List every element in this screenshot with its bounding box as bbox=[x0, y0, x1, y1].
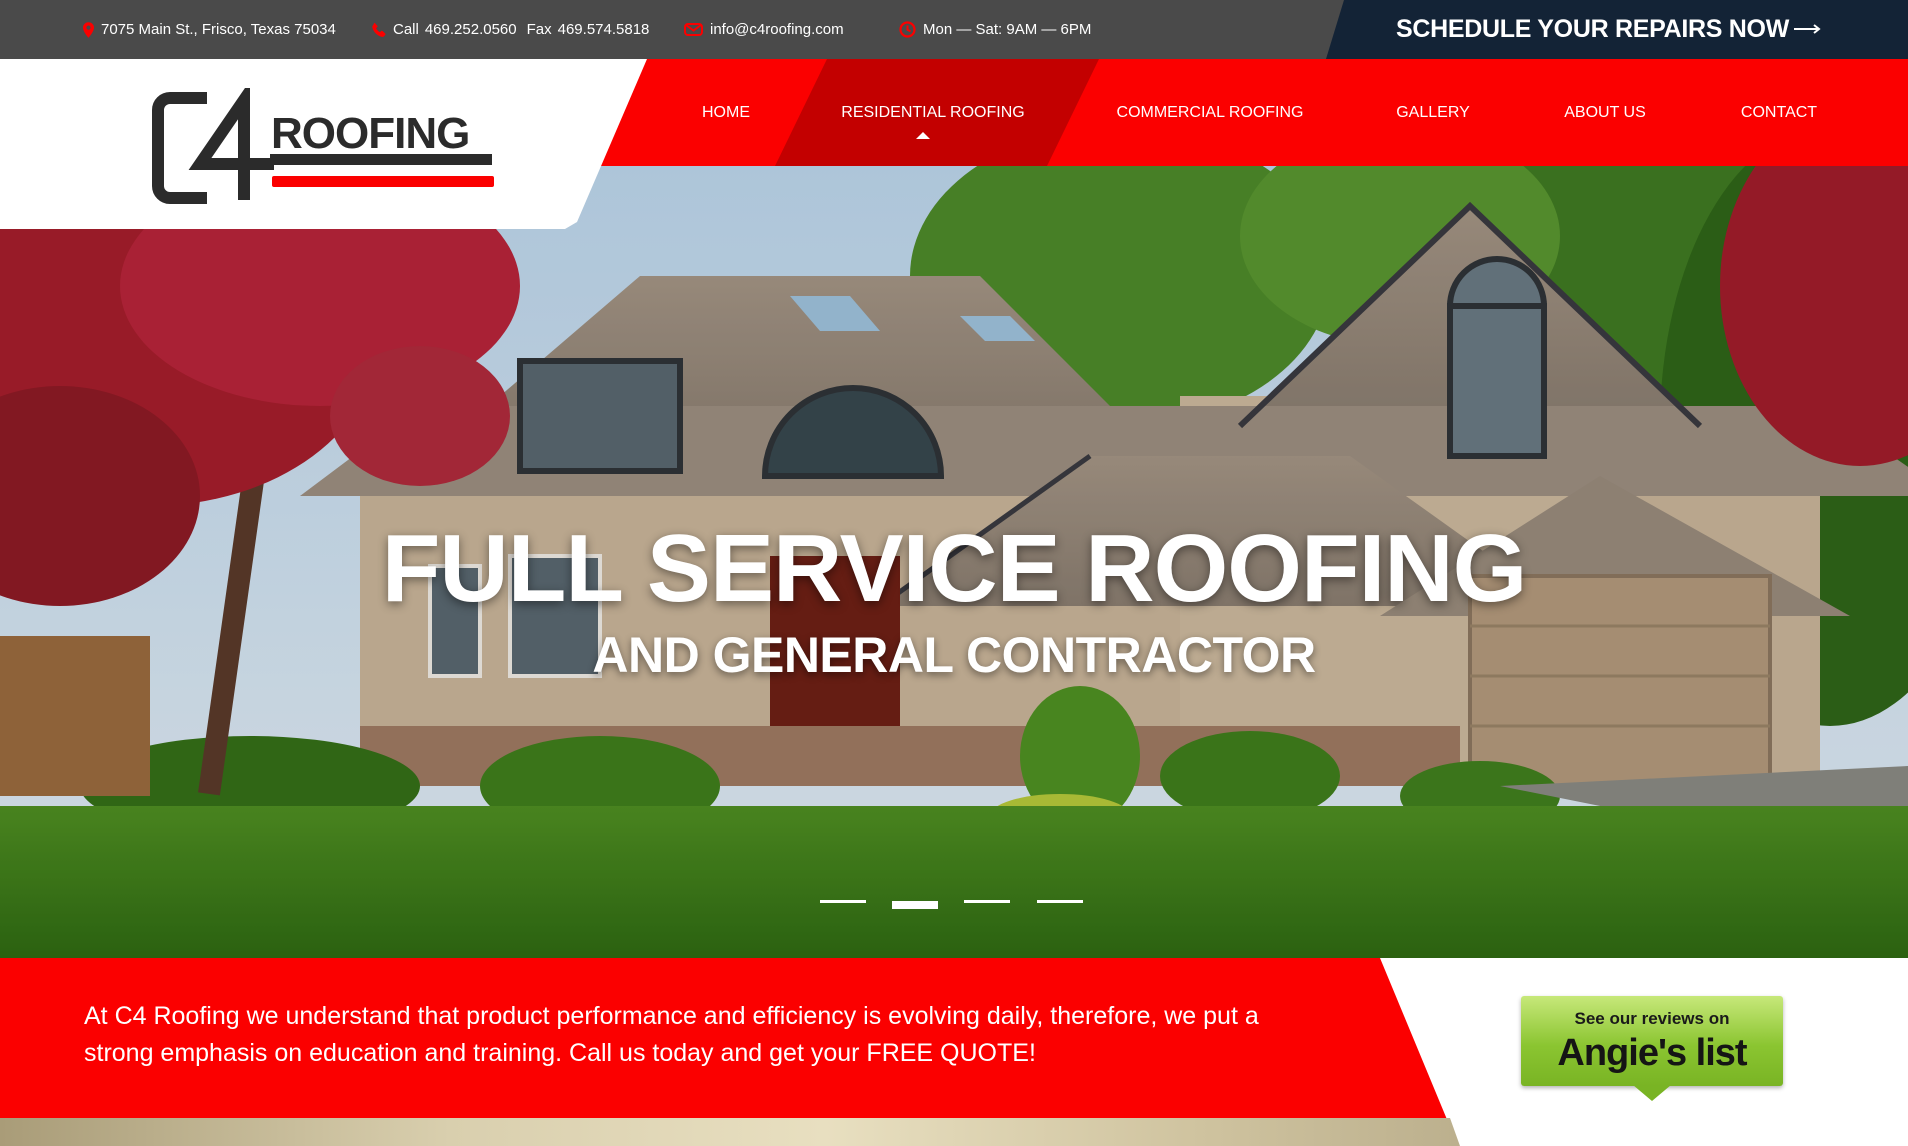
nav-item-residential-roofing[interactable]: RESIDENTIAL ROOFING bbox=[828, 59, 1038, 166]
hero-slider: FULL SERVICE ROOFING AND GENERAL CONTRAC… bbox=[0, 166, 1908, 958]
email-link[interactable]: info@c4roofing.com bbox=[710, 21, 844, 38]
address-info: 7075 Main St., Frisco, Texas 75034 bbox=[83, 0, 336, 59]
slider-dot[interactable] bbox=[820, 900, 866, 903]
badge-line2: Angie's list bbox=[1557, 1032, 1747, 1074]
address-text: 7075 Main St., Frisco, Texas 75034 bbox=[101, 21, 336, 38]
hero-subtitle: AND GENERAL CONTRACTOR bbox=[592, 627, 1316, 683]
lower-section-strip bbox=[0, 1118, 1460, 1146]
slider-dot[interactable] bbox=[1037, 900, 1083, 903]
nav-item-commercial-roofing[interactable]: COMMERCIAL ROOFING bbox=[1105, 59, 1315, 166]
email-info[interactable]: info@c4roofing.com bbox=[684, 0, 844, 59]
hero-title: FULL SERVICE ROOFING bbox=[381, 515, 1528, 622]
hours-text: Mon — Sat: 9AM — 6PM bbox=[923, 21, 1092, 38]
caret-up-icon bbox=[916, 132, 930, 139]
call-label: Call bbox=[393, 21, 419, 38]
fax-label: Fax bbox=[526, 21, 552, 38]
hours-info: Mon — Sat: 9AM — 6PM bbox=[899, 0, 1091, 59]
slider-dot[interactable] bbox=[964, 900, 1010, 903]
schedule-cta-label[interactable]: SCHEDULE YOUR REPAIRS NOW bbox=[1396, 0, 1789, 59]
intro-text: At C4 Roofing we understand that product… bbox=[84, 1002, 1259, 1067]
arrow-right-icon[interactable] bbox=[1794, 24, 1822, 34]
fax-number: 469.574.5818 bbox=[557, 21, 650, 38]
badge-pointer bbox=[1633, 1085, 1671, 1101]
nav-item-contact[interactable]: CONTACT bbox=[1724, 59, 1834, 166]
badge-line1: See our reviews on bbox=[1574, 1009, 1730, 1028]
email-icon bbox=[684, 23, 703, 36]
clock-icon bbox=[899, 21, 916, 38]
slider-dot-active[interactable] bbox=[892, 901, 938, 909]
phone-info[interactable]: Call 469.252.0560 Fax 469.574.5818 bbox=[372, 0, 649, 59]
phone-number[interactable]: 469.252.0560 bbox=[425, 21, 517, 38]
c4-roofing-logo[interactable]: ROOFING bbox=[152, 88, 502, 208]
angies-list-badge[interactable]: See our reviews on Angie's list bbox=[1521, 996, 1783, 1106]
phone-icon bbox=[372, 22, 386, 37]
location-pin-icon bbox=[83, 21, 94, 38]
nav-item-home[interactable]: HOME bbox=[676, 59, 776, 166]
nav-item-about-us[interactable]: ABOUT US bbox=[1550, 59, 1660, 166]
logo-text: ROOFING bbox=[271, 109, 469, 158]
nav-item-gallery[interactable]: GALLERY bbox=[1383, 59, 1483, 166]
